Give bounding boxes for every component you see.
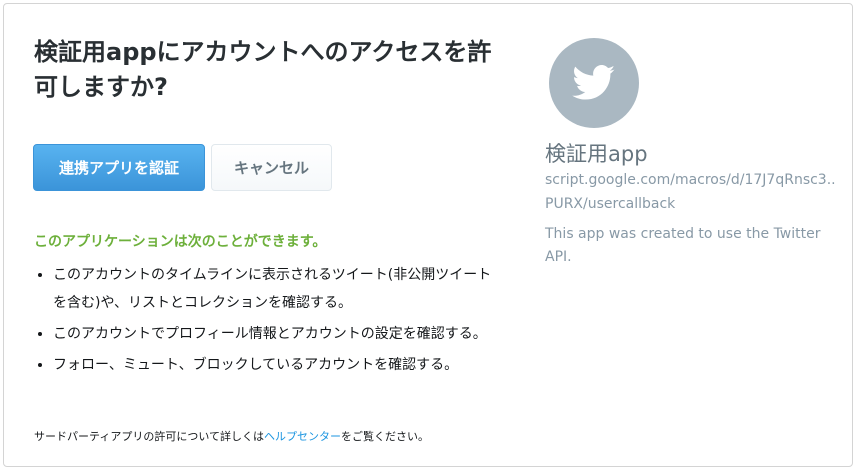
permissions-heading: このアプリケーションは次のことができます。 <box>34 234 327 250</box>
cancel-button[interactable]: キャンセル <box>211 144 332 191</box>
app-description: This app was created to use the Twitter … <box>545 226 821 265</box>
oauth-panel: 検証用appにアカウントへのアクセスを許可しますか? 連携アプリを認証 キャンセ… <box>3 3 853 467</box>
help-note-prefix: サードパーティアプリの許可について詳しくは <box>34 430 265 443</box>
permission-item: このアカウントのタイムラインに表示されるツイート(非公開ツイートを含む)や、リス… <box>34 261 504 317</box>
page-title: 検証用appにアカウントへのアクセスを許可しますか? <box>34 38 492 101</box>
permission-item: フォロー、ミュート、ブロックしているアカウントを確認する。 <box>34 351 504 379</box>
help-note: サードパーティアプリの許可について詳しくはヘルプセンターをご覧ください。 <box>34 428 429 444</box>
permission-item: このアカウントでプロフィール情報とアカウントの設定を確認する。 <box>34 320 504 348</box>
help-note-suffix: をご覧ください。 <box>341 430 430 443</box>
app-url-line-1: script.google.com/macros/d/17J7qRnsc3... <box>545 172 837 188</box>
app-avatar <box>549 38 639 128</box>
help-center-link[interactable]: ヘルプセンター <box>264 430 341 443</box>
twitter-bird-icon <box>572 65 615 100</box>
app-url-line-2: PURX/usercallback <box>545 196 676 212</box>
app-callback-url: script.google.com/macros/d/17J7qRnsc3...… <box>545 168 837 216</box>
permissions-list: このアカウントのタイムラインに表示されるツイート(非公開ツイートを含む)や、リス… <box>34 261 504 382</box>
app-name: 検証用app <box>545 142 648 166</box>
authorize-app-button[interactable]: 連携アプリを認証 <box>33 144 205 191</box>
